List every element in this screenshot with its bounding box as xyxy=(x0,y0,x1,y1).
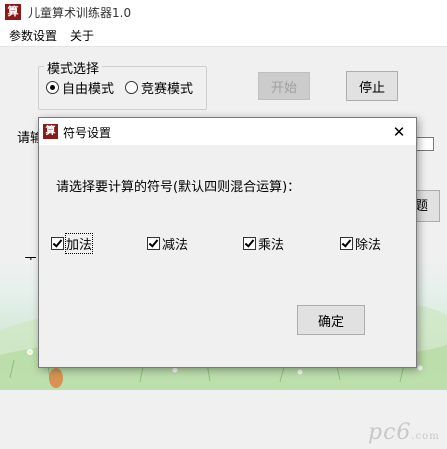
checkbox-division[interactable]: 除法 xyxy=(340,234,381,253)
symbol-prompt-text: 请选择要计算的符号(默认四则混合运算)： xyxy=(56,180,301,195)
close-icon[interactable]: ✕ xyxy=(389,122,409,142)
radio-free-mode-label: 自由模式 xyxy=(62,82,115,97)
checkbox-checked-icon xyxy=(147,237,160,250)
checkbox-multiplication[interactable]: 乘法 xyxy=(243,234,284,253)
checkbox-addition-label: 加法 xyxy=(64,233,94,254)
menu-bar: 参数设置 关于 xyxy=(0,24,447,47)
checkbox-checked-icon xyxy=(243,237,256,250)
watermark-text: pc6 xyxy=(368,420,412,445)
stop-button[interactable]: 停止 xyxy=(346,71,398,101)
dialog-title: 符号设置 xyxy=(63,126,112,140)
checkbox-addition[interactable]: 加法 xyxy=(51,233,94,254)
start-button[interactable]: 开始 xyxy=(258,72,310,100)
menu-params-settings[interactable]: 参数设置 xyxy=(7,27,59,44)
window-title: 儿童算术训练器1.0 xyxy=(28,6,132,20)
checkbox-subtraction[interactable]: 减法 xyxy=(147,234,188,253)
symbol-settings-dialog: 算 符号设置 ✕ 请选择要计算的符号(默认四则混合运算)： 加法 减法 乘法 除… xyxy=(38,117,417,368)
mode-group-title: 模式选择 xyxy=(44,58,103,77)
radio-contest-mode[interactable]: 竞赛模式 xyxy=(125,78,193,97)
dialog-title-bar: 算 符号设置 ✕ xyxy=(39,118,416,145)
checkbox-checked-icon xyxy=(51,237,64,250)
radio-contest-mode-label: 竞赛模式 xyxy=(141,82,194,97)
radio-unchecked-icon xyxy=(125,81,138,94)
ok-button[interactable]: 确定 xyxy=(297,305,365,335)
menu-about[interactable]: 关于 xyxy=(68,27,96,44)
checkbox-checked-icon xyxy=(340,237,353,250)
watermark-sub: .com xyxy=(411,431,440,442)
app-logo-icon: 算 xyxy=(5,4,21,20)
radio-free-mode[interactable]: 自由模式 xyxy=(46,78,114,97)
checkbox-subtraction-label: 减法 xyxy=(162,238,189,253)
main-window: 算 儿童算术训练器1.0 参数设置 关于 模式选择 自由模式 竞赛模式 开始 停… xyxy=(0,0,447,449)
checkbox-multiplication-label: 乘法 xyxy=(258,238,285,253)
checkbox-division-label: 除法 xyxy=(355,238,382,253)
watermark: pc6.com xyxy=(368,420,440,445)
title-bar: 算 儿童算术训练器1.0 xyxy=(0,0,447,24)
dialog-app-icon: 算 xyxy=(43,124,58,139)
radio-checked-icon xyxy=(46,81,59,94)
